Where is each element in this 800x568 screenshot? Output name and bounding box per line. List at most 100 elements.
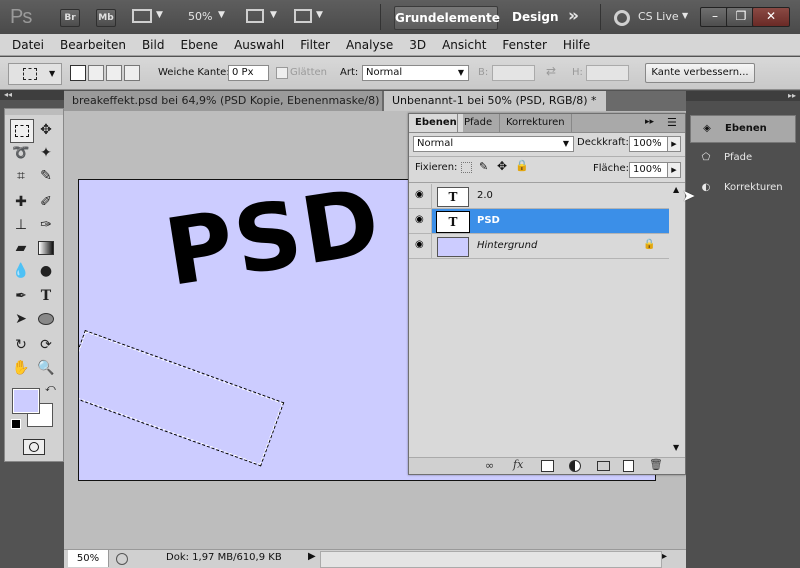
dock-item-pfade[interactable]: ⬠ Pfade [690, 145, 794, 171]
magic-wand-tool-icon[interactable]: ✦ [35, 142, 57, 164]
menu-hilfe[interactable]: Hilfe [555, 38, 598, 52]
subtract-from-selection-icon[interactable] [106, 65, 122, 81]
menu-ebene[interactable]: Ebene [172, 38, 226, 52]
lock-all-icon[interactable]: 🔒 [515, 159, 529, 172]
tools-grip[interactable] [5, 109, 63, 115]
zoom-tool-icon[interactable]: 🔍 [35, 357, 57, 379]
status-info-icon[interactable] [116, 553, 128, 565]
refine-edge-button[interactable]: Kante verbessern... [645, 63, 755, 83]
layers-vertical-scrollbar[interactable]: ▲ ▼ [671, 185, 683, 453]
menu-analyse[interactable]: Analyse [338, 38, 401, 52]
quick-mask-button[interactable] [23, 439, 45, 455]
menu-bild[interactable]: Bild [134, 38, 173, 52]
workspace-grundelemente[interactable]: Grundelemente [394, 6, 500, 30]
menu-auswahl[interactable]: Auswahl [226, 38, 292, 52]
link-layers-icon[interactable]: ∞ [485, 459, 494, 472]
layer-row-psd[interactable]: ◉ T PSD [409, 209, 669, 234]
tool-preset-picker[interactable]: ▼ [8, 63, 62, 85]
panel-menu-icon[interactable]: ☰ [667, 116, 677, 129]
pen-tool-icon[interactable]: ✒ [10, 285, 32, 307]
dock-expand-arrows[interactable]: ▸▸ [686, 91, 800, 101]
add-to-selection-icon[interactable] [88, 65, 104, 81]
lock-transparency-icon[interactable] [461, 162, 472, 173]
arrange-dropdown-icon[interactable]: ▼ [270, 10, 277, 20]
gradient-tool-icon[interactable] [35, 237, 57, 259]
swap-colors-icon[interactable]: ⤺ [45, 383, 56, 394]
blur-tool-icon[interactable]: 💧 [10, 260, 32, 282]
clone-stamp-tool-icon[interactable]: ⊥ [10, 214, 32, 236]
scroll-up-icon[interactable]: ▲ [673, 185, 679, 194]
layer-name[interactable]: PSD [477, 215, 500, 226]
3d-orbit-tool-icon[interactable]: ⟳ [35, 334, 57, 356]
layer-name[interactable]: Hintergrund [477, 240, 537, 251]
feather-input[interactable]: 0 Px [228, 65, 269, 81]
layer-style-fx-icon[interactable]: fx [513, 458, 523, 471]
status-menu-arrow-icon[interactable]: ▶ [308, 551, 316, 562]
intersect-selection-icon[interactable] [124, 65, 140, 81]
mini-bridge-button[interactable]: Mb [96, 9, 116, 27]
zoom-level[interactable]: 50% [188, 10, 212, 23]
tab-unbenannt-1[interactable]: Unbenannt-1 bei 50% (PSD, RGB/8) *× [384, 91, 606, 127]
3d-rotate-tool-icon[interactable]: ↻ [10, 334, 32, 356]
dodge-tool-icon[interactable]: ● [35, 260, 57, 282]
screen-mode-icon[interactable] [294, 9, 312, 23]
bridge-button[interactable]: Br [60, 9, 80, 27]
status-zoom[interactable]: 50% [68, 550, 109, 567]
path-selection-tool-icon[interactable]: ➤ [10, 308, 32, 330]
blend-mode-select[interactable]: Normal ▼ [413, 136, 574, 152]
dock-item-korrekturen[interactable]: ◐ Korrekturen [690, 175, 794, 201]
tab-breakeffekt[interactable]: breakeffekt.psd bei 64,9% (PSD Kopie, Eb… [64, 91, 382, 127]
horizontal-scrollbar[interactable] [320, 551, 662, 568]
antialias-checkbox[interactable] [276, 67, 288, 79]
fill-input[interactable]: 100% [629, 162, 668, 178]
layer-visibility-toggle[interactable]: ◉ [409, 209, 432, 233]
add-mask-icon[interactable] [541, 460, 554, 472]
default-colors-icon[interactable] [11, 419, 21, 429]
chevron-down-icon[interactable]: ▼ [156, 10, 163, 20]
screen-mode-dropdown-icon[interactable]: ▼ [316, 10, 323, 20]
cs-live-label[interactable]: CS Live [638, 10, 679, 23]
opacity-input[interactable]: 100% [629, 136, 668, 152]
scroll-down-icon[interactable]: ▼ [673, 443, 679, 452]
history-brush-tool-icon[interactable]: ✑ [35, 214, 57, 236]
tab-pfade[interactable]: Pfade [457, 114, 498, 132]
panel-collapse-icon[interactable]: ▸▸ [645, 117, 654, 127]
menu-ansicht[interactable]: Ansicht [434, 38, 494, 52]
layer-row-hintergrund[interactable]: ◉ Hintergrund 🔒 [409, 234, 669, 259]
lock-position-icon[interactable]: ✥ [497, 159, 507, 173]
eraser-tool-icon[interactable]: ▰ [10, 237, 32, 259]
trash-icon[interactable]: 🗑 [649, 458, 663, 471]
view-extras-icon[interactable] [132, 9, 152, 23]
type-tool-icon[interactable]: T [35, 285, 57, 307]
rectangular-marquee-tool[interactable] [10, 119, 34, 143]
menu-3d[interactable]: 3D [401, 38, 434, 52]
scroll-right-icon[interactable]: ▸ [662, 551, 667, 562]
fill-slider-arrow-icon[interactable]: ▶ [667, 162, 681, 178]
layer-visibility-toggle[interactable]: ◉ [409, 184, 432, 208]
workspace-design[interactable]: Design [512, 10, 559, 24]
spot-healing-tool-icon[interactable]: ✚ [10, 191, 32, 213]
dock-item-ebenen[interactable]: ◈ Ebenen [690, 115, 796, 143]
menu-bearbeiten[interactable]: Bearbeiten [52, 38, 134, 52]
foreground-color-swatch[interactable] [12, 388, 40, 414]
new-group-folder-icon[interactable] [597, 461, 610, 471]
ellipse-tool-icon[interactable] [35, 308, 57, 330]
opacity-slider-arrow-icon[interactable]: ▶ [667, 136, 681, 152]
tab-ebenen[interactable]: Ebenen [409, 114, 463, 132]
width-input[interactable] [492, 65, 535, 81]
adjustment-layer-icon[interactable] [569, 460, 581, 472]
new-layer-icon[interactable] [623, 460, 634, 472]
selection-marquee[interactable] [79, 330, 285, 467]
cs-live-dropdown-icon[interactable]: ▼ [682, 11, 688, 20]
zoom-dropdown-icon[interactable]: ▼ [218, 10, 225, 20]
close-button[interactable]: ✕ [752, 7, 790, 27]
swap-icon[interactable]: ⇄ [546, 64, 556, 78]
new-selection-mode-icon[interactable] [70, 65, 86, 81]
lasso-tool-icon[interactable]: ➰ [10, 142, 32, 164]
tab-korrekturen[interactable]: Korrekturen [499, 114, 572, 132]
move-tool-icon[interactable]: ✥ [35, 119, 57, 141]
arrange-documents-icon[interactable] [246, 9, 264, 23]
menu-datei[interactable]: Datei [4, 38, 52, 52]
brush-tool-icon[interactable]: ✐ [35, 191, 57, 213]
tools-collapse-arrows[interactable]: ◂◂ [0, 90, 64, 100]
